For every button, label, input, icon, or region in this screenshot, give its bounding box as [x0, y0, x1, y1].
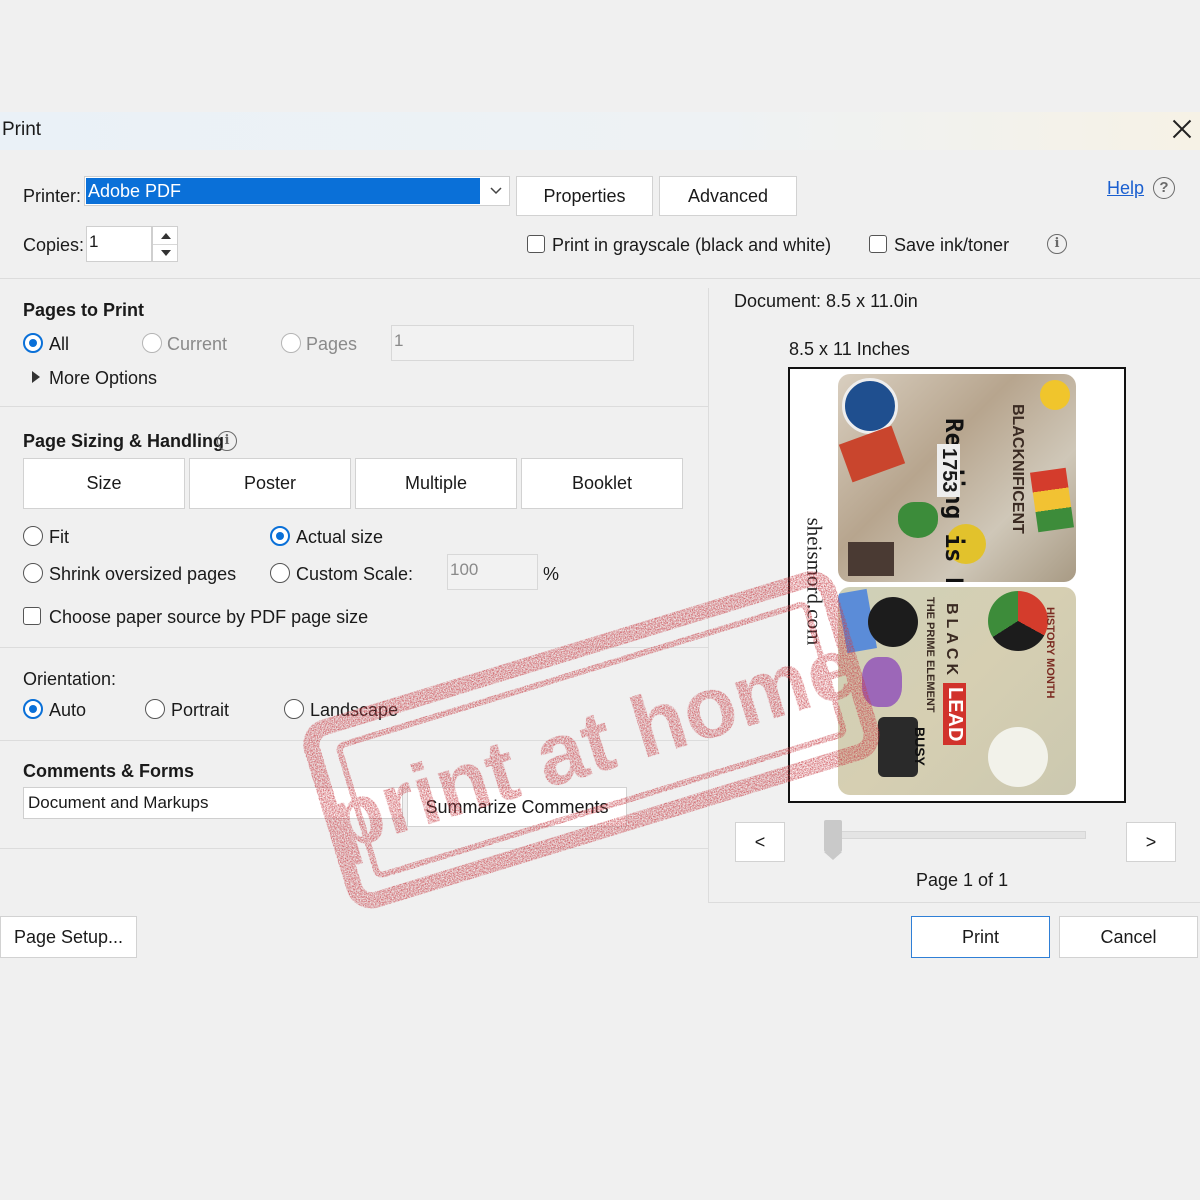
pages-label: Pages	[306, 334, 358, 354]
fit-radio[interactable]	[23, 526, 43, 546]
poster-word: HISTORY MONTH	[1044, 607, 1056, 699]
title-bar	[0, 112, 1200, 150]
chevron-down-icon[interactable]	[488, 182, 504, 198]
collage-top: Reading is Power 1753 BLACKNIFICENT	[838, 374, 1076, 582]
poster-word: BLACK	[943, 603, 960, 679]
expand-triangle-icon[interactable]	[32, 371, 40, 383]
preview-side-text: sheismord.com	[802, 517, 827, 646]
page-setup-button[interactable]: Page Setup...	[0, 916, 137, 958]
next-page-button[interactable]: >	[1126, 822, 1176, 862]
divider	[0, 647, 708, 648]
properties-button[interactable]: Properties	[516, 176, 653, 216]
shrink-radio[interactable]	[23, 563, 43, 583]
all-radio[interactable]	[23, 333, 43, 353]
tab-booklet[interactable]: Booklet	[521, 458, 683, 509]
copies-label: Copies:	[23, 235, 85, 255]
page-indicator: Page 1 of 1	[916, 870, 1009, 890]
sticker-pan-african	[988, 591, 1048, 651]
paper-source-checkbox[interactable]	[23, 607, 41, 625]
summarize-comments-button[interactable]: Summarize Comments	[407, 787, 627, 827]
pages-to-print-heading: Pages to Print	[23, 300, 145, 320]
copies-input[interactable]: 1	[86, 226, 152, 262]
divider	[708, 902, 1200, 903]
prev-page-button[interactable]: <	[735, 822, 785, 862]
poster-word: BLACKNIFICENT	[1009, 404, 1026, 534]
landscape-label: Landscape	[310, 700, 399, 720]
stepper-divider	[153, 244, 177, 245]
cancel-button[interactable]: Cancel	[1059, 916, 1198, 958]
page-size-label: 8.5 x 11 Inches	[789, 339, 910, 359]
current-label: Current	[167, 334, 228, 354]
actual-size-label: Actual size	[296, 527, 384, 547]
page-slider-thumb[interactable]	[824, 820, 842, 860]
poster-word: LEAD	[943, 683, 966, 746]
window-title: Print	[2, 119, 42, 140]
poster-title: Reading is Power	[940, 418, 968, 582]
divider	[0, 848, 708, 849]
percent-label: %	[543, 564, 560, 584]
custom-scale-label: Custom Scale:	[296, 564, 414, 584]
print-button[interactable]: Print	[911, 916, 1050, 958]
help-icon[interactable]: ?	[1153, 177, 1175, 199]
grayscale-checkbox[interactable]	[527, 235, 545, 253]
help-link[interactable]: Help	[1107, 178, 1144, 199]
sticker-flowers	[862, 657, 902, 707]
shrink-label: Shrink oversized pages	[49, 564, 237, 584]
printer-label: Printer:	[23, 186, 82, 206]
sticker-black-circle	[868, 597, 918, 647]
current-radio[interactable]	[142, 333, 162, 353]
portrait-label: Portrait	[171, 700, 230, 720]
paper-source-label: Choose paper source by PDF page size	[49, 607, 369, 627]
portrait-radio[interactable]	[145, 699, 165, 719]
sticker-heart	[1040, 380, 1070, 410]
poster-word: BUSY	[912, 727, 928, 766]
advanced-button[interactable]: Advanced	[659, 176, 797, 216]
divider	[0, 406, 708, 407]
actual-size-radio[interactable]	[270, 526, 290, 546]
fit-label: Fit	[49, 527, 69, 547]
preview-page: sheismord.com Reading is Power 1753 BLAC…	[788, 367, 1126, 803]
custom-scale-input[interactable]: 100	[447, 554, 538, 590]
save-ink-info-icon[interactable]: i	[1047, 234, 1067, 254]
page-sizing-info-icon[interactable]: i	[217, 431, 237, 451]
sticker-photo	[848, 542, 894, 576]
stepper-down-icon[interactable]	[161, 250, 171, 256]
poster-word: THE PRIME ELEMENT	[924, 597, 936, 713]
tab-multiple[interactable]: Multiple	[355, 458, 517, 509]
sticker-flag	[1030, 467, 1074, 533]
auto-label: Auto	[49, 700, 87, 720]
more-options-toggle[interactable]: More Options	[49, 368, 157, 389]
sticker-lilies	[988, 727, 1048, 787]
save-ink-checkbox[interactable]	[869, 235, 887, 253]
pages-radio[interactable]	[281, 333, 301, 353]
sticker-green-heart	[898, 502, 938, 538]
divider	[0, 278, 1200, 279]
auto-radio[interactable]	[23, 699, 43, 719]
sticker-fist	[838, 425, 906, 483]
divider	[0, 740, 708, 741]
page-slider-track[interactable]	[826, 831, 1086, 839]
comments-forms-select[interactable]: Document and Markups	[23, 787, 403, 819]
stepper-up-icon[interactable]	[161, 233, 171, 239]
page-sizing-heading: Page Sizing & Handling	[23, 431, 225, 451]
orientation-heading: Orientation:	[23, 669, 117, 689]
document-size-label: Document: 8.5 x 11.0in	[734, 291, 918, 311]
all-label: All	[49, 334, 70, 354]
comments-forms-heading: Comments & Forms	[23, 761, 195, 781]
custom-scale-radio[interactable]	[270, 563, 290, 583]
landscape-radio[interactable]	[284, 699, 304, 719]
copies-stepper[interactable]	[152, 226, 178, 262]
printer-selected-value[interactable]: Adobe PDF	[86, 178, 480, 204]
grayscale-label: Print in grayscale (black and white)	[552, 235, 832, 255]
tab-poster[interactable]: Poster	[189, 458, 351, 509]
close-icon[interactable]	[1170, 117, 1194, 141]
collage-bottom: LEAD BLACK THE PRIME ELEMENT BUSY HISTOR…	[838, 587, 1076, 795]
divider	[708, 288, 709, 902]
tab-size[interactable]: Size	[23, 458, 185, 509]
poster-number: 1753	[937, 444, 960, 497]
save-ink-label: Save ink/toner	[894, 235, 1010, 255]
pages-range-input[interactable]: 1	[391, 325, 634, 361]
